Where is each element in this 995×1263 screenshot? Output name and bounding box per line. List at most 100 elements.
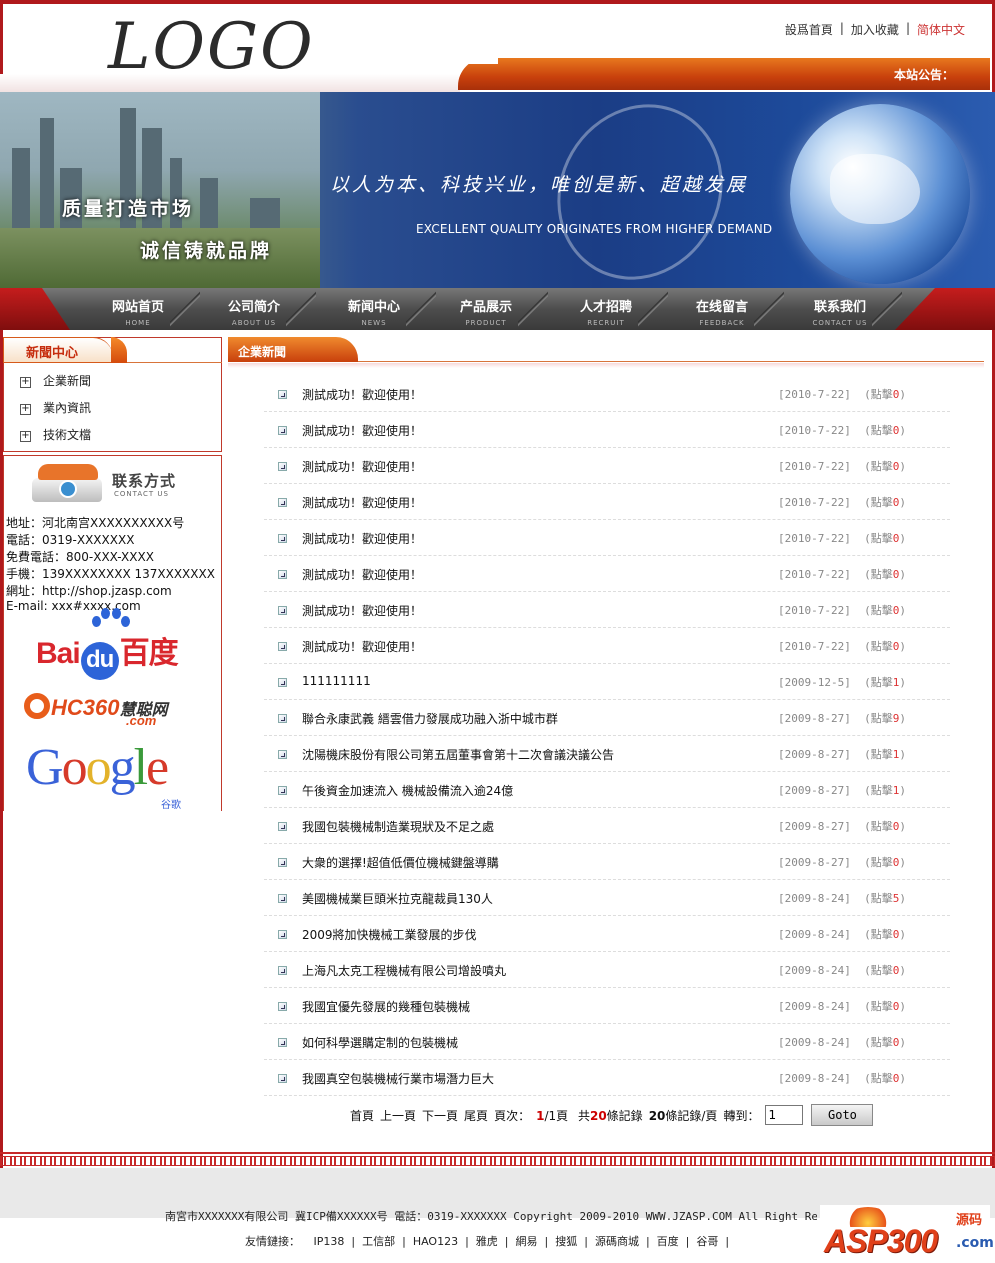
pager-first[interactable]: 首頁 [350,1107,374,1124]
banner-slogan-left-2: 诚信铸就品牌 [140,240,273,262]
friend-link[interactable]: HAO123 [413,1235,458,1248]
news-title-link[interactable]: 測試成功！歡迎使用！ [302,602,422,619]
news-date: [2009-8-27] [778,748,851,761]
news-title-link[interactable]: 我國真空包裝機械行業市場潛力巨大 [302,1070,494,1087]
banner-slogan-left-1: 质量打造市场 [62,198,195,220]
nav-home[interactable]: 网站首页 HOME [80,288,200,330]
news-list: 測試成功！歡迎使用！ [2010-7-22] (點擊0) 測試成功！歡迎使用！ [20… [264,376,950,1096]
sidebar-item-company-news[interactable]: + 企業新聞 [20,372,91,389]
divider: | [584,1235,588,1248]
pager-next[interactable]: 下一頁 [422,1107,458,1124]
friend-link[interactable]: 工信部 [362,1235,395,1248]
news-title-link[interactable]: 午後資金加速流入 機械設備流入逾24億 [302,782,513,799]
site-logo[interactable]: LOGO [108,10,315,84]
arrow-icon [278,426,287,435]
news-title-link[interactable]: 測試成功！歡迎使用！ [302,494,422,511]
news-title-link[interactable]: 測試成功！歡迎使用！ [302,386,422,403]
goto-button[interactable]: Goto [811,1104,874,1126]
friend-link[interactable]: 搜狐 [555,1235,577,1248]
news-title-link[interactable]: 如何科學選購定制的包裝機械 [302,1034,458,1051]
divider: | [544,1235,549,1248]
arrow-icon [278,750,287,759]
friend-link[interactable]: IP138 [314,1235,345,1248]
news-clicks-suffix: ) [899,1000,906,1013]
friend-link[interactable]: 百度 [657,1235,679,1248]
hc360-logo-link[interactable]: HC360慧聪网 .com [24,693,168,728]
top-links: 設爲首頁 | 加入收藏 | 简体中文 [785,21,965,38]
contact-website: 網址：http://shop.jzasp.com [6,584,172,598]
notice-label: 本站公告： [893,68,954,82]
news-date: [2009-8-24] [778,1072,851,1085]
news-title-link[interactable]: 111111111 [302,674,371,688]
arrow-icon [278,894,287,903]
nav-about[interactable]: 公司简介 ABOUT US [196,288,316,330]
news-clicks-suffix: ) [899,640,906,653]
news-row: 我國包裝機械制造業現狀及不足之處 [2009-8-27] (點擊0) [264,808,950,844]
news-meta: [2009-8-27] (點擊0) [778,854,906,870]
divider: | [504,1235,509,1248]
goto-page-input[interactable] [765,1105,804,1125]
nav-contact[interactable]: 联系我们 CONTACT US [782,288,902,330]
news-title-link[interactable]: 測試成功！歡迎使用！ [302,638,422,655]
friend-link[interactable]: 網易 [516,1235,538,1248]
news-date: [2010-7-22] [778,496,851,509]
add-favorite-link[interactable]: 加入收藏 [851,21,899,38]
news-clicks-prefix: (點擊 [864,496,893,509]
friend-link[interactable]: 源碼商城 [595,1235,639,1248]
news-date: [2010-7-22] [778,424,851,437]
pager-last[interactable]: 尾頁 [464,1107,488,1124]
contact-mobile: 手機：139XXXXXXXX 137XXXXXXX [6,567,215,581]
friend-link[interactable]: 雅虎 [476,1235,498,1248]
arrow-icon [278,1002,287,1011]
news-clicks-suffix: ) [899,424,906,437]
nav-news[interactable]: 新闻中心 NEWS [316,288,436,330]
news-title-link[interactable]: 測試成功！歡迎使用！ [302,530,422,547]
baidu-logo-link[interactable]: Bai du 百度 [36,608,179,680]
news-clicks-suffix: ) [899,820,906,833]
news-title-link[interactable]: 我國宜優先發展的幾種包裝機械 [302,998,470,1015]
telephone-icon [32,464,104,506]
friend-link[interactable]: 谷哥 [696,1235,718,1248]
footer-copyright: 南宮市XXXXXXX有限公司 冀ICP備XXXXXX号 電話：0319-XXXX… [165,1210,817,1223]
nav-products[interactable]: 产品展示 PRODUCT [428,288,548,330]
news-title-link[interactable]: 聯合永康武義 縉雲借力發展成功融入浙中城市群 [302,710,558,727]
contact-subtitle: CONTACT US [114,490,169,498]
main-nav: 网站首页 HOME 公司简介 ABOUT US 新闻中心 NEWS 产品展示 PRODU… [0,288,995,330]
google-logo-link[interactable]: Google [26,738,169,797]
notice-bar: 本站公告： [458,58,990,90]
news-title-link[interactable]: 沈陽機床股份有限公司第五屆董事會第十二次會議決議公告 [302,746,614,763]
plus-icon: + [20,430,31,442]
news-row: 上海凡太克工程機械有限公司增設噴丸 [2009-8-24] (點擊0) [264,952,950,988]
news-clicks-suffix: ) [899,748,906,761]
news-clicks-prefix: (點擊 [864,820,893,833]
news-clicks-prefix: (點擊 [864,856,893,869]
arrow-icon [278,714,287,723]
pager: 首頁 上一頁 下一頁 尾頁 頁次： 1/1頁 共20條記錄 20條記錄/頁 轉到：… [350,1104,874,1126]
pager-prev[interactable]: 上一頁 [380,1107,416,1124]
news-clicks-prefix: (點擊 [864,748,893,761]
news-meta: [2010-7-22] (點擊0) [778,566,906,582]
simplified-chinese-link[interactable]: 简体中文 [917,21,965,38]
news-row: 沈陽機床股份有限公司第五屆董事會第十二次會議決議公告 [2009-8-27] (點… [264,736,950,772]
news-row: 測試成功！歡迎使用！ [2010-7-22] (點擊0) [264,592,950,628]
news-title-link[interactable]: 我國包裝機械制造業現狀及不足之處 [302,818,494,835]
news-title-link[interactable]: 2009將加快機械工業發展的步伐 [302,926,477,943]
nav-recruit[interactable]: 人才招聘 RECRUIT [548,288,668,330]
news-title-link[interactable]: 測試成功！歡迎使用！ [302,566,422,583]
news-clicks-prefix: (點擊 [864,784,893,797]
news-clicks-suffix: ) [899,676,906,689]
news-clicks-suffix: ) [899,532,906,545]
sidebar-item-tech-docs[interactable]: + 技術文檔 [20,426,91,443]
divider: | [645,1235,650,1248]
set-homepage-link[interactable]: 設爲首頁 [785,21,833,38]
news-title-link[interactable]: 測試成功！歡迎使用！ [302,422,422,439]
news-title-link[interactable]: 上海凡太克工程機械有限公司增設噴丸 [302,962,506,979]
news-title-link[interactable]: 美國機械業巨頭米拉克龍裁員130人 [302,890,493,907]
news-title-link[interactable]: 大衆的選擇!超值低價位機械鍵盤導購 [302,854,499,871]
nav-cap-right [895,288,995,330]
nav-feedback[interactable]: 在线留言 FEEDBACK [664,288,784,330]
news-date: [2009-8-24] [778,1000,851,1013]
news-clicks-prefix: (點擊 [864,388,893,401]
sidebar-item-industry-info[interactable]: + 業內資訊 [20,399,91,416]
news-title-link[interactable]: 測試成功！歡迎使用！ [302,458,422,475]
